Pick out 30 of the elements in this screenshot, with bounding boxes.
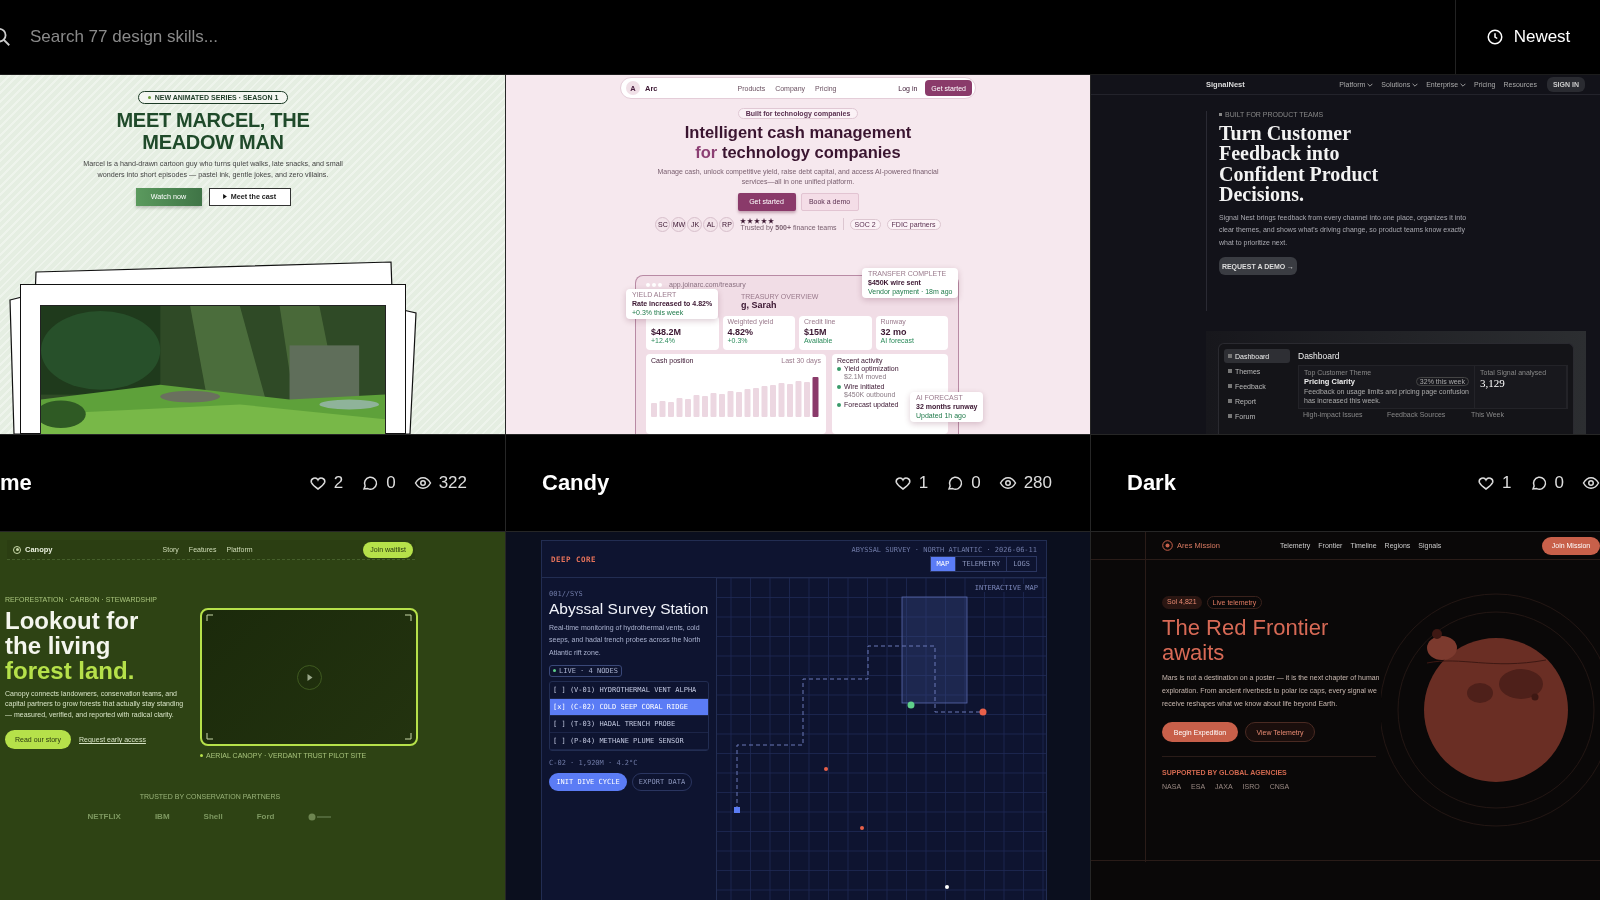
sort-button[interactable]: Newest bbox=[1456, 0, 1600, 74]
comment-count: 0 bbox=[386, 473, 396, 493]
skill-title[interactable]: Candy bbox=[542, 470, 610, 496]
partner-logo: IBM bbox=[154, 812, 170, 821]
hero-title: Abyssal Survey Station bbox=[549, 600, 709, 618]
hero-title: Intelligent cash management for technology companies bbox=[683, 123, 913, 163]
dashboard-heading: Dashboard bbox=[1298, 351, 1341, 361]
skill-title[interactable]: me bbox=[0, 470, 32, 496]
stat-value: 32 mo bbox=[880, 327, 908, 337]
greeting-heading: g, Sarah bbox=[741, 300, 777, 310]
hero-title: Turn Customer Feedback into Confident Product Decisions. bbox=[1219, 123, 1380, 205]
like-count: 1 bbox=[1502, 473, 1512, 493]
comment-count: 0 bbox=[971, 473, 981, 493]
stat-value: 4.82% bbox=[727, 327, 755, 337]
search-field[interactable]: Search 77 design skills... bbox=[28, 26, 628, 48]
partner-logo: NETFLIX bbox=[87, 812, 121, 821]
like-count: 1 bbox=[918, 473, 929, 493]
skill-title[interactable]: Dark bbox=[1127, 470, 1176, 496]
total-value: 3,129 bbox=[1480, 377, 1506, 389]
stat-value: $15M bbox=[804, 327, 828, 337]
like-count: 2 bbox=[333, 473, 344, 493]
hero-title: MEET MARCEL, THE MEADOW MAN bbox=[115, 110, 311, 154]
hero-title: Lookout for the living forest land. bbox=[5, 608, 140, 684]
partner-logo: Ford bbox=[256, 812, 275, 821]
stat-value: $48.2M bbox=[651, 327, 683, 337]
partner-logo: Shell bbox=[203, 812, 223, 821]
view-count: 322 bbox=[438, 473, 467, 493]
hero-title: The Red Frontier awaits bbox=[1162, 616, 1330, 666]
comment-count: 0 bbox=[1554, 473, 1564, 493]
view-count: 280 bbox=[1023, 473, 1052, 493]
